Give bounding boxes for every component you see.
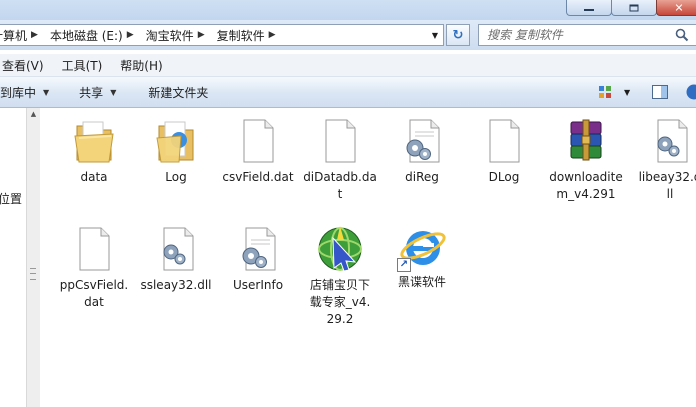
breadcrumb-label: 复制软件 [216,28,265,43]
file-name: 店铺宝贝下载专家_v4.29.2 [309,278,371,326]
file-item[interactable]: ↗ 黑谍软件 [382,224,462,291]
downloader-app-icon [318,226,362,272]
blank-file-icon [243,119,274,163]
breadcrumb-copy-software[interactable]: 复制软件 ▶ [217,27,288,44]
new-folder-label: 新建文件夹 [148,85,209,100]
breadcrumb-separator-icon[interactable]: ▶ [198,30,205,40]
menu-help[interactable]: 帮助(H) [120,57,162,74]
include-in-library-label: 包含到库中 [0,85,37,100]
close-icon: ✕ [674,1,684,14]
change-view-button[interactable]: ▼ [598,77,630,107]
search-box[interactable] [478,24,696,46]
file-item[interactable]: ppCsvField.dat [54,224,134,311]
minimize-icon [584,9,594,11]
preview-pane-icon [652,85,668,99]
breadcrumb-separator-icon[interactable]: ▶ [127,30,134,40]
title-bar: ✕ [0,0,696,20]
chevron-down-icon: ▼ [43,87,50,97]
shortcut-arrow-icon: ↗ [397,258,411,272]
file-name: ssleay32.dll [140,278,212,292]
breadcrumb-drive-e[interactable]: 本地磁盘 (E:) ▶ [50,27,146,44]
minimize-button[interactable] [566,0,612,16]
address-row: 计算机 ▶ 本地磁盘 (E:) ▶ 淘宝软件 ▶ 复制软件 ▶ ▼ ↻ [0,20,696,50]
command-bar: 包含到库中 ▼ 共享 ▼ 新建文件夹 ▼ [0,77,696,108]
file-name: ppCsvField.dat [59,278,129,309]
nav-scrollbar[interactable]: ▲ [26,108,40,407]
breadcrumb-label: 本地磁盘 (E:) [49,28,123,43]
view-options-icon [599,86,611,98]
config-file-icon [242,227,276,271]
file-item[interactable]: 店铺宝贝下载专家_v4.29.2 [300,224,380,328]
maximize-button[interactable] [611,0,657,16]
blank-file-icon [489,119,520,163]
nav-item-location[interactable]: 位置 [0,190,22,207]
winrar-archive-icon [570,119,602,161]
file-list: data Log csvField.dat diDatadb.dat diReg… [40,108,696,407]
folder-with-ie-icon [156,121,194,163]
menu-view[interactable]: 查看(V) [2,57,44,74]
new-folder-button[interactable]: 新建文件夹 [148,84,208,101]
scroll-grip[interactable] [30,268,36,280]
breadcrumb-separator-icon[interactable]: ▶ [269,30,276,40]
breadcrumb-separator-icon[interactable]: ▶ [31,30,38,40]
config-file-icon [406,119,440,163]
maximize-icon [629,4,639,11]
file-name: DLog [488,170,520,184]
file-name: diDatadb.dat [303,170,377,201]
file-name: data [80,170,108,184]
file-item[interactable]: Log [136,116,216,186]
refresh-icon: ↻ [452,27,464,43]
file-name: csvField.dat [222,170,294,184]
include-in-library-button[interactable]: 包含到库中 ▼ [0,84,49,101]
breadcrumb-computer[interactable]: 计算机 ▶ [0,27,50,44]
navigation-pane: 位置 [0,108,26,407]
help-icon [686,84,696,100]
address-history-dropdown-icon[interactable]: ▼ [427,25,443,45]
config-file-icon [163,227,194,271]
share-label: 共享 [79,85,104,100]
file-item[interactable]: libeay32.dll [630,116,696,203]
file-name: UserInfo [232,278,284,292]
refresh-button[interactable]: ↻ [446,24,470,46]
menu-bar: 查看(V) 工具(T) 帮助(H) [0,54,696,77]
file-name: 黑谍软件 [397,275,446,289]
file-name: downloaditem_v4.291 [549,170,623,201]
scroll-up-arrow-icon[interactable]: ▲ [27,110,40,118]
file-item[interactable]: diDatadb.dat [300,116,380,203]
chevron-down-icon: ▼ [110,87,117,97]
address-bar[interactable]: 计算机 ▶ 本地磁盘 (E:) ▶ 淘宝软件 ▶ 复制软件 ▶ ▼ [0,24,444,46]
file-item[interactable]: diReg [382,116,462,186]
share-button[interactable]: 共享 ▼ [79,84,116,101]
file-item[interactable]: DLog [464,116,544,186]
breadcrumb-label: 淘宝软件 [145,28,194,43]
breadcrumb-label: 计算机 [0,28,28,43]
breadcrumb-taobao-software[interactable]: 淘宝软件 ▶ [146,27,217,44]
file-item[interactable]: UserInfo [218,224,298,294]
search-icon[interactable] [675,28,689,42]
blank-file-icon [325,119,356,163]
file-name: Log [165,170,187,184]
file-name: libeay32.dll [638,170,696,201]
file-item[interactable]: ssleay32.dll [136,224,216,294]
window-controls: ✕ [566,0,696,16]
config-file-icon [657,119,688,163]
search-input[interactable] [479,27,669,43]
help-button[interactable] [686,77,696,107]
menu-tools[interactable]: 工具(T) [62,57,103,74]
file-item[interactable]: downloaditem_v4.291 [546,116,626,203]
file-item[interactable]: csvField.dat [218,116,298,186]
file-name: diReg [405,170,439,184]
blank-file-icon [79,227,110,271]
file-item[interactable]: data [54,116,134,186]
folder-icon [74,121,114,163]
preview-pane-button[interactable] [652,77,668,107]
chevron-down-icon: ▼ [624,87,631,97]
close-button[interactable]: ✕ [656,0,696,16]
